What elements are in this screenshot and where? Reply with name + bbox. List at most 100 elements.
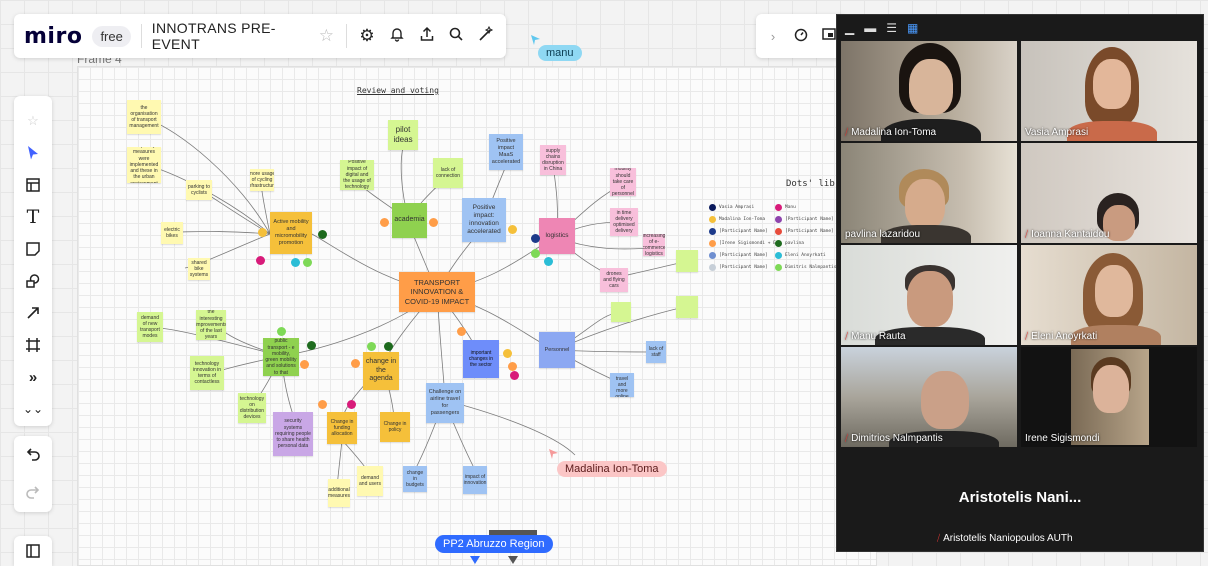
video-tile-active-speaker[interactable]: ⧸ Eleni Anoyrkati — [1021, 245, 1197, 345]
video-tile[interactable]: ⧸ Ioanna Kantaidou — [1021, 143, 1197, 243]
sidebar-panel-icon[interactable] — [14, 536, 52, 566]
vote-dot[interactable] — [318, 400, 327, 409]
node-pilot-ideas[interactable]: pilot ideas — [388, 120, 418, 150]
bell-icon[interactable] — [387, 26, 407, 47]
text-icon[interactable]: T — [21, 206, 45, 228]
node-personnel[interactable]: Personnel — [539, 332, 575, 368]
sticky-note[interactable]: additional measures — [328, 479, 350, 507]
vote-dot[interactable] — [277, 327, 286, 336]
node-positive-maas[interactable]: Positive impact MaaS accelerated — [489, 134, 523, 170]
vote-dot[interactable] — [318, 230, 327, 239]
sticky-note[interactable]: more usage of cycling infrastructure — [250, 169, 274, 191]
node-important-changes[interactable]: important changes in the sector — [463, 340, 499, 378]
vote-dot[interactable] — [291, 258, 300, 267]
sticky-note[interactable]: demand and users — [357, 466, 383, 496]
central-topic-note[interactable]: TRANSPORT INNOVATION & COVID-19 IMPACT — [399, 272, 475, 312]
node-parking[interactable]: parking to cyclists — [186, 180, 212, 200]
node-active-mobility[interactable]: Active mobility and micromobility promot… — [270, 212, 312, 254]
star-icon[interactable]: ☆ — [21, 110, 45, 132]
node-change-agenda[interactable]: change in the agenda — [363, 352, 399, 390]
vote-dot[interactable] — [307, 341, 316, 350]
template-icon[interactable] — [21, 174, 45, 196]
vote-dot[interactable] — [300, 360, 309, 369]
frame-icon[interactable] — [21, 334, 45, 356]
vote-dot[interactable] — [347, 400, 356, 409]
node-security-systems[interactable]: security systems requiring people to sha… — [273, 412, 313, 456]
node-technology-distribution[interactable]: technology on distribution devices — [238, 393, 266, 423]
minimize-icon[interactable]: ▁ — [845, 21, 854, 35]
sticky-note[interactable]: the interesting improvements of the last… — [196, 310, 226, 340]
vote-dot[interactable] — [367, 342, 376, 351]
vote-dot[interactable] — [544, 257, 553, 266]
redo-icon[interactable] — [21, 482, 45, 504]
undo-icon[interactable] — [21, 444, 45, 466]
chevron-right-icon[interactable]: › — [764, 29, 782, 44]
video-tile[interactable]: pavlina lazaridou — [841, 143, 1017, 243]
vote-dot[interactable] — [303, 258, 312, 267]
node-change-policy[interactable]: Change in policy — [380, 412, 410, 442]
node-academia[interactable]: academia — [392, 203, 427, 238]
board-heading[interactable]: Review and voting — [357, 86, 439, 95]
node-positive-innovation[interactable]: Positive impact: innovation accelerated — [462, 198, 506, 242]
strip-layout-icon[interactable]: ☰ — [886, 21, 897, 35]
sticky-note[interactable]: technology innovation in terms of contac… — [190, 356, 224, 390]
collapse-icon[interactable]: ⌄⌄ — [21, 398, 45, 420]
sticky-note-icon[interactable] — [21, 238, 45, 260]
plan-badge[interactable]: free — [92, 25, 131, 47]
more-icon[interactable]: » — [21, 366, 45, 388]
vote-dot[interactable] — [384, 342, 393, 351]
shapes-icon[interactable] — [21, 270, 45, 292]
sticky-note[interactable]: less travel and more online — [610, 373, 634, 397]
vote-dot[interactable] — [531, 234, 540, 243]
sticky-note[interactable]: lack of staff — [646, 341, 666, 363]
miro-logo[interactable]: miro — [24, 24, 82, 49]
magic-icon[interactable] — [476, 25, 496, 47]
sticky-note[interactable]: impact of innovation — [463, 466, 487, 494]
video-tile[interactable]: Irene Sigismondi — [1021, 347, 1197, 447]
video-tile[interactable]: ⧸ Manu Rauta — [841, 245, 1017, 345]
sticky-note[interactable]: Positive impact of digital and the usage… — [340, 160, 374, 190]
node-electric-bikes[interactable]: electric bikes — [161, 222, 183, 244]
node-logistics[interactable]: logistics — [539, 218, 575, 254]
share-icon[interactable] — [417, 26, 437, 47]
video-tile[interactable]: Vasia Amprasi — [1021, 41, 1197, 141]
node-drones[interactable]: drones and flying cars — [600, 268, 628, 292]
grid-layout-icon[interactable]: ▦ — [907, 21, 918, 35]
vote-dot[interactable] — [457, 327, 466, 336]
vote-dot[interactable] — [258, 228, 267, 237]
video-tile[interactable]: ⧸ Dimitrios Nalmpantis — [841, 347, 1017, 447]
vote-dot[interactable] — [256, 256, 265, 265]
node-challenge-airline[interactable]: Challenge on airline travel for passenge… — [426, 383, 464, 423]
sticky-note[interactable]: lack of connection — [433, 158, 463, 188]
vote-dot[interactable] — [510, 371, 519, 380]
sticky-note[interactable]: in time delivery optimised delivery — [610, 208, 638, 236]
sticky-note[interactable] — [676, 296, 698, 318]
board-title[interactable]: INNOTRANS PRE-EVENT — [152, 20, 307, 52]
vote-dot[interactable] — [503, 349, 512, 358]
star-icon[interactable]: ☆ — [316, 26, 336, 46]
tile-layout-icon[interactable]: ▬ — [864, 21, 876, 35]
settings-icon[interactable]: ⚙ — [357, 26, 377, 46]
sticky-note[interactable]: supply chains disruption in China — [540, 145, 566, 175]
region-label[interactable]: PP2 Abruzzo Region — [435, 535, 553, 553]
node-shared-bikes[interactable]: shared bike systems — [188, 258, 210, 280]
node-demand-new-modes[interactable]: demand of new transport modes — [137, 312, 163, 342]
vote-dot[interactable] — [531, 249, 540, 258]
cursor-icon[interactable] — [21, 142, 45, 164]
vote-dot[interactable] — [508, 362, 517, 371]
search-icon[interactable] — [446, 26, 466, 47]
vote-dot[interactable] — [351, 359, 360, 368]
timer-icon[interactable] — [792, 26, 810, 47]
sticky-note[interactable]: the organisation of transport management — [127, 100, 161, 134]
sticky-note[interactable]: mobility should take care of personnel — [610, 168, 636, 196]
sticky-note[interactable]: increasing of e-commerce logistics — [643, 234, 665, 256]
sticky-note[interactable]: temporary measures were implemented and … — [127, 147, 161, 183]
sticky-note[interactable] — [676, 250, 698, 272]
arrow-icon[interactable] — [21, 302, 45, 324]
vote-dot[interactable] — [508, 225, 517, 234]
node-change-funding[interactable]: Change in funding allocation — [327, 412, 357, 444]
node-public-transport[interactable]: public transport - e mobility, green mob… — [263, 338, 299, 376]
sticky-note[interactable] — [611, 302, 631, 322]
vote-dot[interactable] — [429, 218, 438, 227]
video-tile[interactable]: ⧸ Madalina Ion-Toma — [841, 41, 1017, 141]
